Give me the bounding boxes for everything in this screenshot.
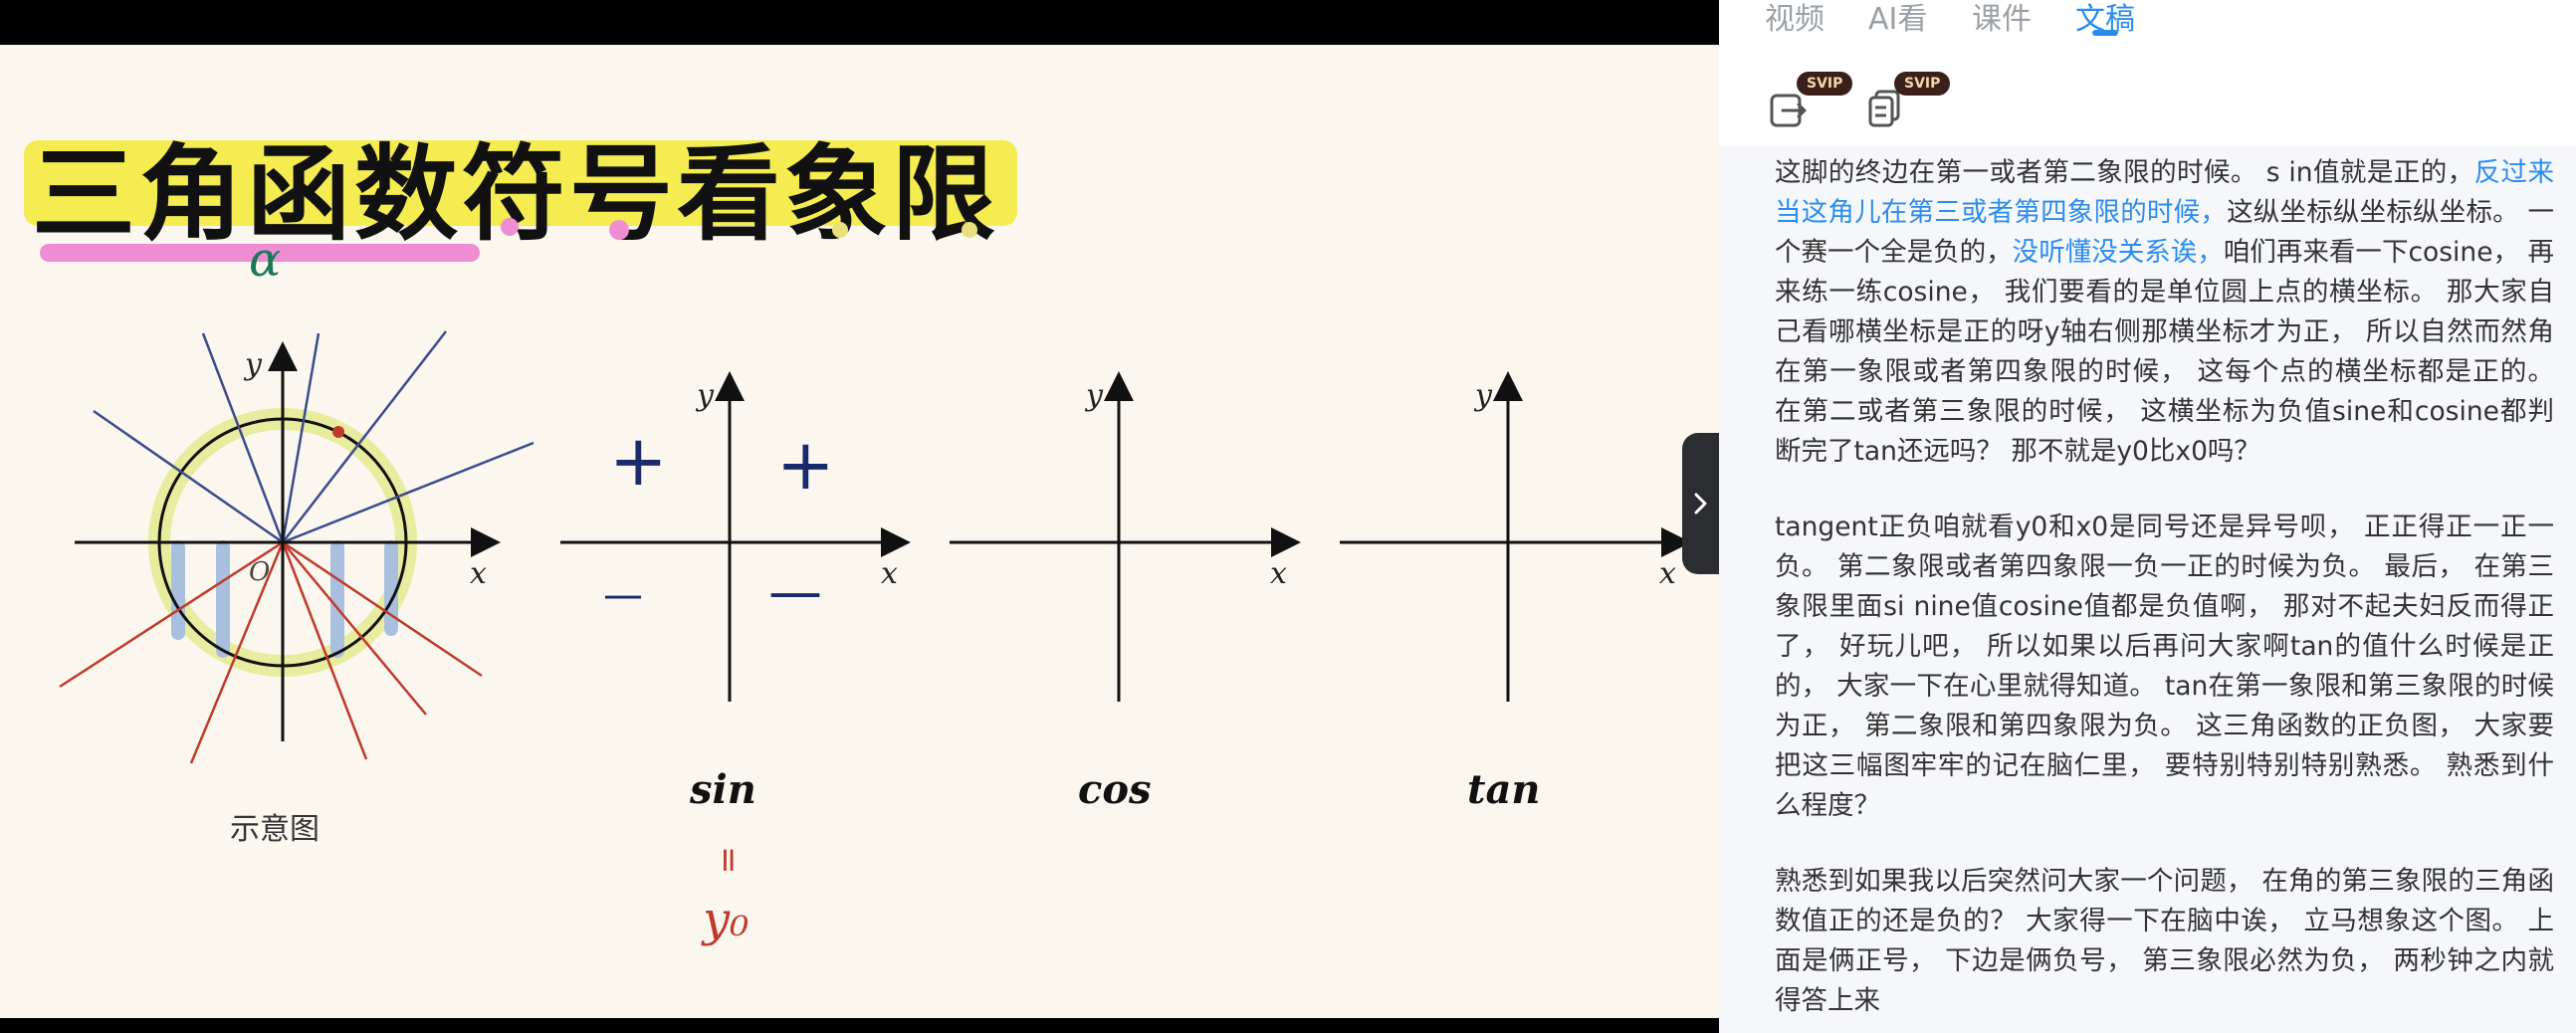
transcript-text: 这脚的终边在第一或者第二象限的时候。 s in值就是正的， xyxy=(1775,157,2474,188)
sin-annotation-eq: = xyxy=(709,846,749,875)
tan-y-label: y xyxy=(1473,378,1493,413)
alpha-mark: α xyxy=(249,232,281,288)
sin-axes: x y + + — — = y₀ xyxy=(560,371,911,947)
diagram-canvas: x y O α x y + + — — = y₀ x y x y xyxy=(59,232,1691,947)
sin-y-label: y xyxy=(695,378,715,413)
transcript-text: 咱们再来看一下cosine， 再来练一练cosine， 我们要看的是单位圆上点的… xyxy=(1775,237,2554,467)
tan-axes: x y xyxy=(1340,371,1691,702)
side-panel: 视频 AI看 课件 文稿 SVIP SVIP 这脚的终边在第一或者第二象限的时候… xyxy=(1719,0,2576,1033)
cos-axes: x y xyxy=(950,371,1301,702)
sin-label: sin xyxy=(690,766,756,813)
cos-y-label: y xyxy=(1084,378,1104,413)
sin-q2-plus: + xyxy=(609,420,668,502)
sin-q3-minus: — xyxy=(603,572,643,618)
tab-courseware[interactable]: 课件 xyxy=(1972,0,2032,38)
transcript-paragraph: 熟悉到如果我以后突然问大家一个问题， 在角的第三象限的三角函数值正的还是负的？ … xyxy=(1775,866,2554,1016)
collapse-panel-button[interactable] xyxy=(1682,433,1720,574)
chevron-right-icon xyxy=(1694,493,1707,515)
unit-circle-x-label: x xyxy=(470,556,487,591)
cos-x-label: x xyxy=(1270,556,1287,591)
active-tab-indicator xyxy=(2092,30,2118,36)
tan-x-label: x xyxy=(1659,556,1676,591)
sin-q4-minus: — xyxy=(768,560,822,623)
unit-circle-diagram: x y O α xyxy=(59,232,535,764)
transcript-paragraph: tangent正负咱就看y0和x0是同号还是异号呗， 正正得正一正一负。 第二象… xyxy=(1775,512,2554,821)
copy-document-button[interactable]: SVIP xyxy=(1866,72,1951,129)
tan-label: tan xyxy=(1467,766,1541,813)
unit-circle-y-label: y xyxy=(243,347,263,382)
tab-ai-watch[interactable]: AI看 xyxy=(1868,0,1927,38)
panel-tabs: 视频 AI看 课件 文稿 xyxy=(1719,0,2576,40)
transcript-highlight[interactable]: 没听懂没关系诶， xyxy=(2013,237,2224,268)
tab-video[interactable]: 视频 xyxy=(1765,0,1825,38)
svip-badge: SVIP xyxy=(1797,72,1853,96)
cos-label: cos xyxy=(1078,766,1152,813)
video-frame: 三角函数符号看象限 x y O α x y + + — — = y₀ x y x… xyxy=(0,45,1719,1018)
sin-q1-plus: + xyxy=(776,424,835,506)
transcript-paragraph: 这脚的终边在第一或者第二象限的时候。 s in值就是正的，反过来当这角儿在第三或… xyxy=(1775,146,2554,472)
origin-label: O xyxy=(249,557,270,587)
svip-badge: SVIP xyxy=(1894,72,1951,96)
export-button[interactable]: SVIP xyxy=(1769,72,1853,129)
video-player[interactable]: 三角函数符号看象限 x y O α x y + + — — = y₀ x y x… xyxy=(0,0,1719,1033)
sin-x-label: x xyxy=(881,556,898,591)
transcript-toolbar: SVIP SVIP xyxy=(1719,70,2576,139)
sin-annotation-y0: y₀ xyxy=(701,892,749,947)
transcript-body[interactable]: 这脚的终边在第一或者第二象限的时候。 s in值就是正的，反过来当这角儿在第三或… xyxy=(1719,146,2576,1033)
diagram-caption: 示意图 xyxy=(230,812,320,847)
